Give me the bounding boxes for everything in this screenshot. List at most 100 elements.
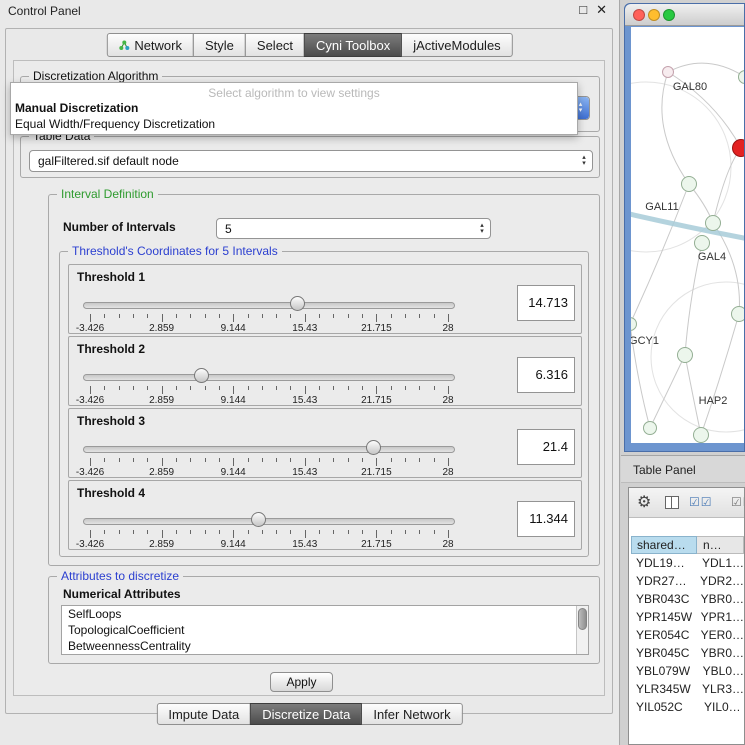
zoom-button[interactable] — [663, 9, 675, 21]
network-node[interactable] — [732, 139, 744, 157]
cell-shared-name[interactable]: YLR345W — [631, 680, 695, 698]
threshold-label: Threshold 4 — [77, 486, 145, 500]
table-row[interactable]: YPR145WYPR1… — [631, 608, 744, 626]
node-label-gcy1: GCY1 — [631, 335, 659, 347]
slider-thumb[interactable] — [290, 296, 305, 311]
table-row[interactable]: YBL079WYBL0… — [631, 662, 744, 680]
cell-name[interactable]: YDL1… — [695, 554, 744, 572]
tab-impute-data[interactable]: Impute Data — [156, 703, 251, 725]
threshold-value-field[interactable]: 11.344 — [517, 501, 575, 537]
column-header-shared-name[interactable]: shared… — [631, 536, 697, 554]
attributes-group-title: Attributes to discretize — [57, 569, 183, 583]
dropdown-item-equal-width-frequency-discretization[interactable]: Equal Width/Frequency Discretization — [11, 116, 577, 132]
cell-shared-name[interactable]: YBR043C — [631, 590, 694, 608]
table-row[interactable]: YDR27…YDR2… — [631, 572, 744, 590]
tab-discretize-data[interactable]: Discretize Data — [250, 703, 362, 725]
slider-track[interactable] — [83, 446, 455, 453]
slider-track[interactable] — [83, 302, 455, 309]
cell-shared-name[interactable]: YER054C — [631, 626, 694, 644]
cell-name[interactable]: YDR2… — [693, 572, 744, 590]
dropdown-item-manual-discretization[interactable]: Manual Discretization — [11, 100, 577, 116]
tab-style[interactable]: Style — [193, 33, 246, 57]
slider-ticks — [83, 458, 455, 467]
list-item-selfloops[interactable]: SelfLoops — [62, 606, 588, 622]
cell-name[interactable]: YLR3… — [695, 680, 744, 698]
number-of-intervals-combobox[interactable]: 5 — [216, 218, 491, 239]
number-of-intervals-label: Number of Intervals — [63, 220, 176, 234]
slider-scale-labels: -3.4262.8599.14415.4321.71528 — [83, 395, 455, 405]
float-panel-icon[interactable]: □ — [579, 2, 587, 18]
tab-infer-network[interactable]: Infer Network — [361, 703, 462, 725]
scrollbar[interactable] — [576, 606, 588, 654]
node-label-gal11: GAL11 — [645, 201, 678, 213]
threshold-slider[interactable]: -3.4262.8599.14415.4321.71528 — [83, 439, 455, 477]
cell-shared-name[interactable]: YDL19… — [631, 554, 695, 572]
table-row[interactable]: YBR045CYBR0… — [631, 644, 744, 662]
network-node[interactable] — [677, 347, 693, 363]
dropdown-items: Manual DiscretizationEqual Width/Frequen… — [11, 100, 577, 132]
tab-cyni-toolbox[interactable]: Cyni Toolbox — [304, 33, 402, 57]
select-rows-checkbox-icon[interactable]: ☑☑ — [731, 495, 745, 509]
network-icon — [118, 40, 129, 51]
network-node[interactable] — [694, 235, 710, 251]
slider-track[interactable] — [83, 518, 455, 525]
columns-icon[interactable] — [665, 496, 679, 509]
threshold-panel-3: Threshold 3-3.4262.8599.14415.4321.71528… — [68, 408, 582, 478]
table-row[interactable]: YLR345WYLR3… — [631, 680, 744, 698]
table-row[interactable]: YIL052CYIL0… — [631, 698, 744, 716]
slider-thumb[interactable] — [194, 368, 209, 383]
threshold-label: Threshold 2 — [77, 342, 145, 356]
numerical-attributes-list[interactable]: SelfLoopsTopologicalCoefficientBetweenne… — [61, 605, 589, 655]
network-node[interactable] — [643, 421, 657, 435]
threshold-value-field[interactable]: 14.713 — [517, 285, 575, 321]
cell-name[interactable]: YER0… — [694, 626, 744, 644]
network-window-titlebar[interactable] — [625, 4, 744, 26]
threshold-slider[interactable]: -3.4262.8599.14415.4321.71528 — [83, 511, 455, 549]
list-item-betweennesscentrality[interactable]: BetweennessCentrality — [62, 638, 588, 654]
network-node[interactable] — [693, 427, 709, 443]
cell-name[interactable]: YBR0… — [694, 590, 744, 608]
cell-name[interactable]: YPR1… — [694, 608, 744, 626]
network-canvas[interactable]: GAL80GAL11GAL4GCY1HAP2 — [631, 27, 744, 443]
cell-name[interactable]: YBL0… — [696, 662, 744, 680]
list-item-topologicalcoefficient[interactable]: TopologicalCoefficient — [62, 622, 588, 638]
cell-shared-name[interactable]: YPR145W — [631, 608, 694, 626]
column-header-name[interactable]: n… — [697, 536, 744, 554]
gear-icon[interactable]: ⚙ — [637, 492, 651, 512]
cell-shared-name[interactable]: YBR045C — [631, 644, 694, 662]
table-row[interactable]: YER054CYER0… — [631, 626, 744, 644]
minimize-button[interactable] — [648, 9, 660, 21]
table-data-group: Table Data galFiltered.sif default node — [20, 136, 600, 178]
tab-select[interactable]: Select — [245, 33, 305, 57]
table-row[interactable]: YDL19…YDL1… — [631, 554, 744, 572]
slider-track[interactable] — [83, 374, 455, 381]
slider-scale-labels: -3.4262.8599.14415.4321.71528 — [83, 323, 455, 333]
table-row[interactable]: YBR043CYBR0… — [631, 590, 744, 608]
network-node[interactable] — [662, 66, 674, 78]
cell-name[interactable]: YIL0… — [697, 698, 744, 716]
scrollbar-thumb[interactable] — [578, 608, 587, 630]
select-columns-checkbox-icon[interactable]: ☑☑ — [689, 495, 713, 509]
close-button[interactable] — [633, 9, 645, 21]
table-data-combobox[interactable]: galFiltered.sif default node — [29, 150, 593, 172]
slider-thumb[interactable] — [366, 440, 381, 455]
threshold-label: Threshold 1 — [77, 270, 145, 284]
cell-shared-name[interactable]: YIL052C — [631, 698, 697, 716]
apply-button[interactable]: Apply — [270, 672, 333, 692]
cell-shared-name[interactable]: YDR27… — [631, 572, 693, 590]
cell-name[interactable]: YBR0… — [694, 644, 744, 662]
network-node[interactable] — [731, 306, 744, 322]
tab-label: Cyni Toolbox — [316, 38, 390, 53]
threshold-slider[interactable]: -3.4262.8599.14415.4321.71528 — [83, 295, 455, 333]
close-panel-icon[interactable]: ✕ — [596, 2, 607, 18]
threshold-slider[interactable]: -3.4262.8599.14415.4321.71528 — [83, 367, 455, 405]
network-node[interactable] — [705, 215, 721, 231]
tab-network[interactable]: Network — [106, 33, 194, 57]
threshold-value-field[interactable]: 6.316 — [517, 357, 575, 393]
slider-ticks — [83, 314, 455, 323]
network-node[interactable] — [681, 176, 697, 192]
threshold-value-field[interactable]: 21.4 — [517, 429, 575, 465]
cell-shared-name[interactable]: YBL079W — [631, 662, 696, 680]
tab-jactivemodules[interactable]: jActiveModules — [401, 33, 512, 57]
right-panel: GAL80GAL11GAL4GCY1HAP2 Table Panel ⚙ ☑☑ … — [621, 0, 745, 745]
